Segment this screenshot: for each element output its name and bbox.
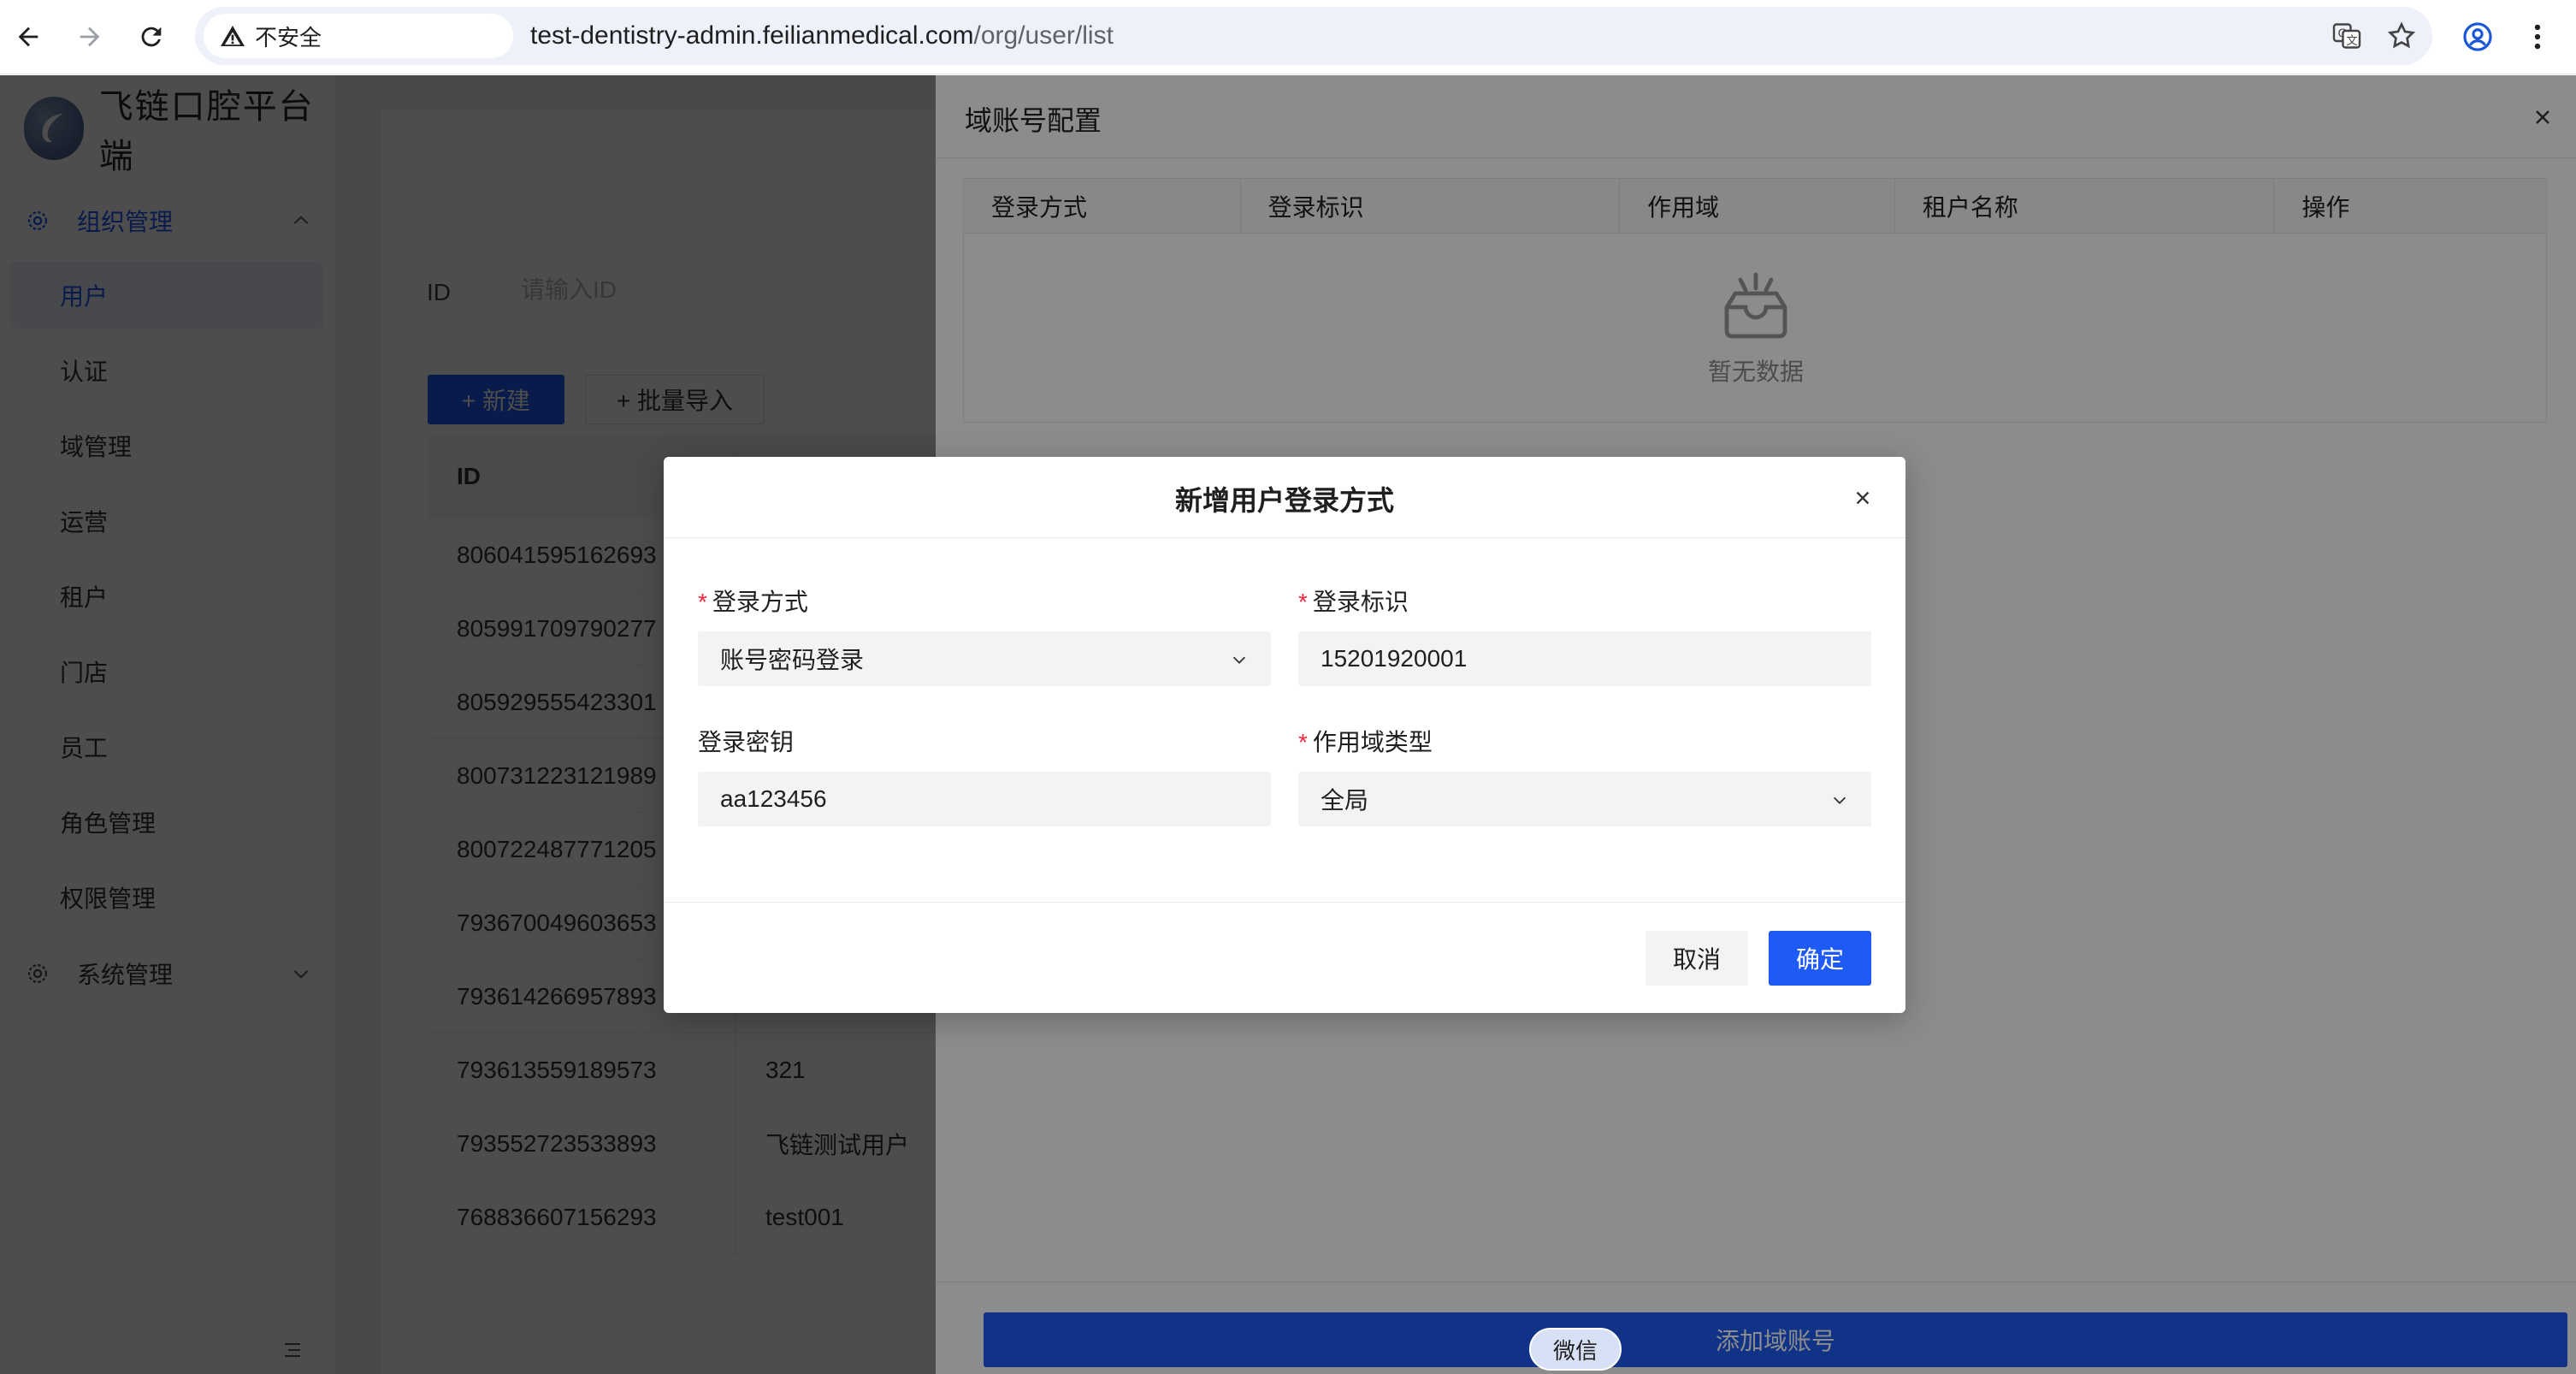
login-id-label-text: 登录标识 (1312, 589, 1409, 615)
reload-icon[interactable] (130, 15, 173, 58)
bookmark-star-icon[interactable] (2384, 19, 2419, 53)
security-chip[interactable]: 不安全 (204, 14, 513, 58)
login-method-label-text: 登录方式 (712, 589, 808, 615)
scope-type-label-text: 作用域类型 (1312, 729, 1433, 755)
add-login-method-modal: 新增用户登录方式 * 登录方式 账号密码登录 * 登录标识 15201920001 … (664, 457, 1905, 1013)
confirm-button[interactable]: 确定 (1769, 931, 1871, 986)
modal-title: 新增用户登录方式 (1174, 485, 1394, 516)
required-mark: * (698, 589, 707, 615)
login-secret-input[interactable]: aa123456 (698, 772, 1271, 826)
required-mark: * (1298, 729, 1308, 755)
profile-icon[interactable] (2456, 15, 2499, 58)
browser-toolbar: 不安全 test-dentistry-admin.feilianmedical.… (0, 0, 2576, 74)
url-text[interactable]: test-dentistry-admin.feilianmedical.com /… (530, 7, 1114, 65)
login-secret-label-text: 登录密钥 (698, 729, 795, 755)
url-host: test-dentistry-admin.feilianmedical.com (530, 21, 974, 50)
scope-type-value: 全局 (1320, 787, 1369, 814)
login-id-value: 15201920001 (1320, 645, 1468, 672)
modal-footer-divider (664, 902, 1905, 903)
address-bar[interactable]: 不安全 test-dentistry-admin.feilianmedical.… (195, 7, 2432, 65)
svg-text:文: 文 (2346, 34, 2358, 48)
wechat-float-button[interactable]: 微信 (1529, 1328, 1622, 1371)
more-menu-icon[interactable] (2516, 15, 2559, 58)
modal-close-icon[interactable] (1851, 486, 1875, 510)
chevron-down-icon (1833, 797, 1846, 804)
login-secret-label: 登录密钥 (698, 724, 794, 758)
url-path: /org/user/list (973, 21, 1114, 50)
scope-type-label: * 作用域类型 (1298, 724, 1433, 758)
security-label: 不安全 (255, 24, 322, 50)
login-id-label: * 登录标识 (1298, 583, 1409, 618)
login-secret-value: aa123456 (720, 785, 827, 812)
warning-icon (221, 26, 245, 46)
back-icon[interactable] (7, 15, 50, 58)
modal-header-divider (664, 537, 1905, 538)
login-id-input[interactable]: 15201920001 (1298, 631, 1871, 686)
chevron-down-icon (1232, 656, 1246, 664)
login-method-value: 账号密码登录 (720, 647, 865, 673)
forward-icon[interactable] (68, 15, 111, 58)
translate-icon[interactable]: G文 (2330, 19, 2364, 53)
login-method-label: * 登录方式 (698, 583, 808, 618)
login-method-select[interactable]: 账号密码登录 (698, 631, 1271, 686)
required-mark: * (1298, 589, 1308, 615)
cancel-button[interactable]: 取消 (1645, 931, 1748, 986)
scope-type-select[interactable]: 全局 (1298, 772, 1871, 826)
